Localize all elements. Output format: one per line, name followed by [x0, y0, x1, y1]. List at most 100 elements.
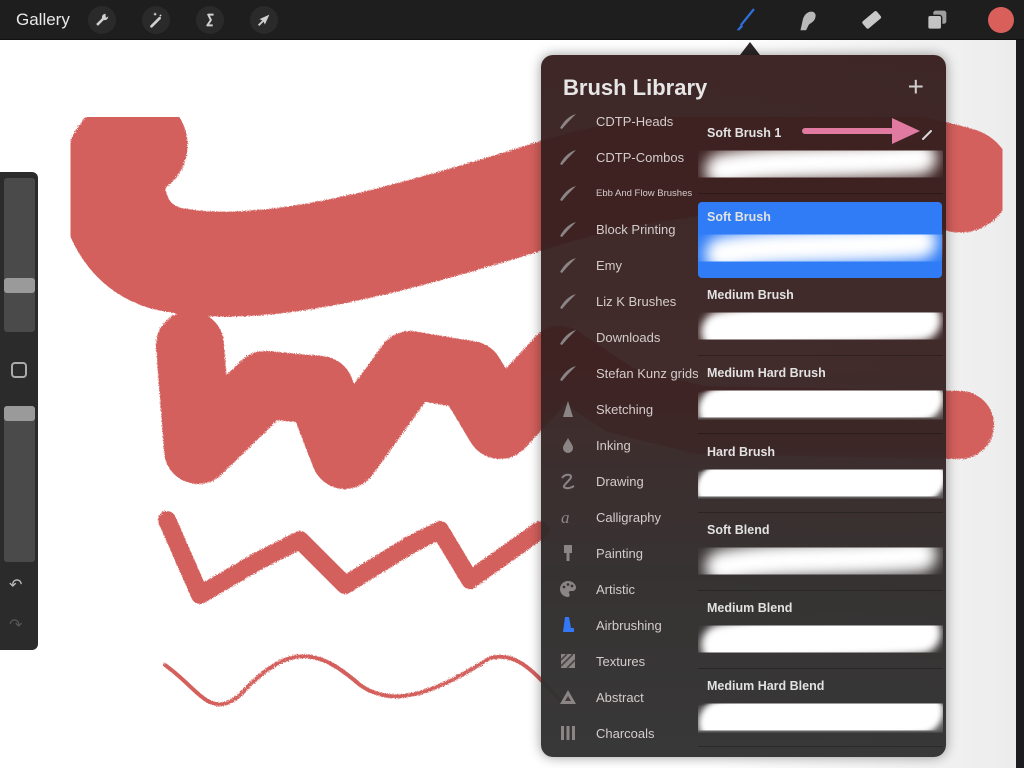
- brush-set-label: Sketching: [596, 401, 654, 417]
- layers-icon: [926, 10, 947, 31]
- brushes-list[interactable]: Soft Brush 1 Soft Brush Medium Brush Medium…: [698, 120, 946, 757]
- texture-hatch-icon: [558, 651, 578, 671]
- pink-arrow-annotation: [802, 118, 920, 144]
- layers-tool-button[interactable]: [922, 5, 952, 35]
- brush-name: Medium Blend: [707, 601, 793, 615]
- opacity-slider[interactable]: [4, 406, 35, 562]
- brush-item[interactable]: Medium Brush: [698, 280, 943, 356]
- magic-wand-icon: [150, 12, 162, 28]
- brush-set-label: Emy: [596, 257, 622, 273]
- brush-set-label: CDTP-Combos: [596, 149, 685, 165]
- brush-set-label: Ebb And Flow Brushes: [596, 187, 693, 199]
- color-picker-button[interactable]: [988, 7, 1014, 33]
- scribble-icon: [558, 471, 578, 491]
- brush-stroke-preview: [698, 685, 946, 751]
- brush-set-label: Inking: [596, 437, 631, 453]
- selection-button[interactable]: [196, 6, 224, 34]
- brush-stroke-preview: [698, 294, 943, 356]
- opacity-thumb[interactable]: [4, 406, 35, 421]
- letter-a-icon: a: [558, 507, 578, 527]
- brush-stroke-preview: [698, 529, 943, 591]
- plus-icon[interactable]: +: [908, 73, 924, 101]
- brush-set-item[interactable]: Sketching: [541, 391, 698, 427]
- brush-set-item[interactable]: Inking: [541, 427, 698, 463]
- brush-set-item[interactable]: Airbrushing: [541, 607, 698, 643]
- gallery-button[interactable]: Gallery: [16, 10, 70, 30]
- brush-icon: [736, 8, 755, 31]
- brush-sets-list[interactable]: CDTP-Heads CDTP-Combos Ebb And Flow Brushe…: [541, 105, 698, 757]
- brush-set-item[interactable]: Downloads: [541, 319, 698, 355]
- brush-set-item[interactable]: Ebb And Flow Brushes: [541, 175, 698, 211]
- svg-text:a: a: [561, 508, 570, 527]
- brush-set-item[interactable]: CDTP-Heads: [541, 105, 698, 139]
- brush-set-item[interactable]: Painting: [541, 535, 698, 571]
- smudge-tool-button[interactable]: [792, 5, 822, 35]
- brush-item[interactable]: Soft Brush: [698, 202, 942, 278]
- eraser-tool-button[interactable]: [858, 5, 888, 35]
- brush-set-label: Calligraphy: [596, 509, 662, 525]
- top-toolbar: Gallery: [0, 0, 1024, 40]
- redo-icon[interactable]: ↷: [9, 615, 22, 635]
- paint-stroke-4: [163, 654, 562, 707]
- smudge-finger-icon: [800, 11, 816, 31]
- charcoal-bars-icon: [558, 723, 578, 743]
- palette-icon: [558, 579, 578, 599]
- left-sidebar: ↶ ↷: [0, 172, 38, 650]
- brush-set-label: Stefan Kunz grids: [596, 365, 698, 381]
- actions-button[interactable]: [88, 6, 116, 34]
- brush-set-item[interactable]: a Calligraphy: [541, 499, 698, 535]
- eraser-icon: [862, 11, 882, 29]
- brush-name: Soft Blend: [707, 523, 770, 537]
- brush-set-label: Artistic: [596, 581, 635, 597]
- brush-stroke-preview: [698, 451, 946, 519]
- brush-item[interactable]: Soft Blend: [698, 515, 943, 591]
- brush-item[interactable]: Medium Hard Brush: [698, 358, 946, 438]
- brush-set-item[interactable]: Block Printing: [541, 211, 698, 247]
- feather-stroke-icon: [558, 255, 578, 275]
- ink-drop-icon: [558, 435, 578, 455]
- brush-set-item[interactable]: Textures: [541, 643, 698, 679]
- brush-set-label: Textures: [596, 653, 646, 669]
- brush-set-item[interactable]: CDTP-Combos: [541, 139, 698, 175]
- square-icon[interactable]: [11, 362, 27, 378]
- feather-stroke-icon: [558, 219, 578, 239]
- brush-set-label: CDTP-Heads: [596, 113, 674, 129]
- paintbrush-icon: [558, 543, 578, 563]
- pencil-icon[interactable]: [921, 128, 933, 146]
- brush-item[interactable]: Hard Brush: [698, 437, 946, 519]
- transform-button[interactable]: [250, 6, 278, 34]
- brush-set-label: Block Printing: [596, 221, 676, 237]
- brush-set-item[interactable]: Liz K Brushes: [541, 283, 698, 319]
- brush-tool-button[interactable]: [730, 5, 760, 35]
- paint-stroke-3: [158, 511, 549, 604]
- feather-stroke-icon: [558, 291, 578, 311]
- brush-set-label: Downloads: [596, 329, 661, 345]
- brush-set-item[interactable]: Stefan Kunz grids: [541, 355, 698, 391]
- brush-set-item[interactable]: Emy: [541, 247, 698, 283]
- brush-library-panel: Brush Library + CDTP-Heads CDTP-Combos Ebb…: [541, 55, 946, 757]
- brush-name: Medium Hard Brush: [707, 366, 826, 380]
- undo-icon[interactable]: ↶: [9, 575, 22, 595]
- brush-name: Soft Brush: [707, 210, 771, 224]
- brush-set-label: Abstract: [596, 689, 644, 705]
- feather-stroke-icon: [558, 147, 578, 167]
- feather-stroke-icon: [558, 327, 578, 347]
- brush-stroke-preview: [698, 372, 946, 438]
- brush-name: Hard Brush: [707, 445, 776, 459]
- brush-size-thumb[interactable]: [4, 278, 35, 294]
- brush-stroke-preview: [698, 216, 943, 278]
- brush-set-label: Airbrushing: [596, 617, 662, 633]
- brush-set-item[interactable]: Artistic: [541, 571, 698, 607]
- brush-set-item[interactable]: Abstract: [541, 679, 698, 715]
- feather-stroke-icon: [558, 363, 578, 383]
- adjustments-button[interactable]: [142, 6, 170, 34]
- brush-size-slider[interactable]: [4, 178, 35, 332]
- arrow-cursor-icon: [257, 14, 270, 27]
- brush-item[interactable]: Medium Hard Blend: [698, 671, 946, 751]
- brush-name: Medium Brush: [707, 288, 794, 302]
- brush-set-item[interactable]: Drawing: [541, 463, 698, 499]
- popover-caret: [740, 42, 760, 55]
- brush-item[interactable]: Medium Blend: [698, 593, 943, 669]
- brush-set-item[interactable]: Charcoals: [541, 715, 698, 751]
- pencil-tip-icon: [558, 399, 578, 419]
